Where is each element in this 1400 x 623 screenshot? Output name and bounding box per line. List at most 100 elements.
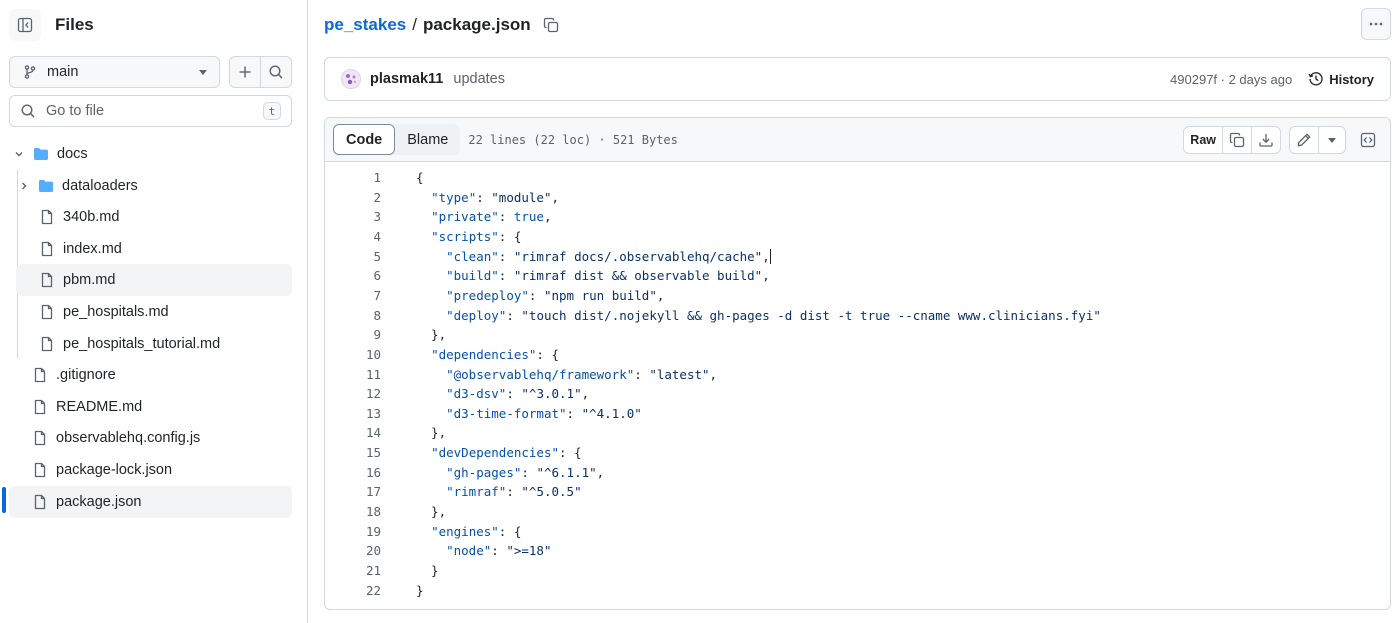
code-token: "type" xyxy=(431,189,477,205)
code-token: } xyxy=(416,582,424,598)
line-number: 19 xyxy=(365,523,381,539)
edit-options-dropdown[interactable] xyxy=(1318,127,1345,153)
code-token: : { xyxy=(498,228,522,244)
code-token: "@observablehq/framework" xyxy=(446,366,635,382)
tree-item-label: dataloaders xyxy=(62,177,138,194)
branch-selector[interactable]: main xyxy=(9,56,220,88)
tree-item[interactable]: package.json xyxy=(9,485,292,518)
tab-code[interactable]: Code xyxy=(333,124,396,155)
search-code-button[interactable] xyxy=(260,57,291,87)
more-options-button[interactable] xyxy=(1361,8,1391,40)
download-button[interactable] xyxy=(1251,127,1280,153)
symbols-panel-button[interactable] xyxy=(1354,126,1382,154)
plus-icon xyxy=(239,66,251,78)
code-token: , xyxy=(581,386,590,402)
commit-message[interactable]: updates xyxy=(453,71,1170,87)
add-file-button[interactable] xyxy=(230,57,260,87)
code-token: "private" xyxy=(431,209,499,225)
expand-toggle[interactable] xyxy=(11,148,27,160)
tree-item[interactable]: pe_hospitals_tutorial.md xyxy=(16,328,292,360)
file-icon xyxy=(34,462,46,478)
raw-actions: Raw xyxy=(1183,126,1281,154)
code-line: "d3-dsv": "^3.0.1", xyxy=(416,386,589,401)
line-number: 12 xyxy=(365,386,381,402)
file-icon xyxy=(34,368,46,383)
code-line: { xyxy=(416,170,424,185)
code-token: true xyxy=(513,209,544,225)
code-token: "module" xyxy=(491,189,552,205)
code-token: , xyxy=(656,287,665,303)
breadcrumb-repo-link[interactable]: pe_stakes xyxy=(324,15,406,35)
code-line: "d3-time-format": "^4.1.0" xyxy=(416,406,642,421)
code-token: "deploy" xyxy=(446,307,507,323)
line-number: 22 xyxy=(365,582,381,598)
code-token: : xyxy=(506,307,522,323)
tree-item[interactable]: dataloaders xyxy=(16,170,292,202)
tree-item[interactable]: pbm.md xyxy=(16,264,292,297)
code-token: : xyxy=(506,386,522,402)
collapse-sidebar-button[interactable] xyxy=(9,9,41,41)
tab-blame[interactable]: Blame xyxy=(395,124,460,155)
history-button[interactable]: History xyxy=(1308,71,1374,87)
line-number: 1 xyxy=(373,170,381,185)
code-line: }, xyxy=(416,504,446,519)
code-line: "dependencies": { xyxy=(416,347,559,362)
sidebar-actions xyxy=(229,56,292,88)
tree-item[interactable]: index.md xyxy=(16,233,292,265)
line-number: 5 xyxy=(373,248,381,264)
file-icon xyxy=(41,241,53,256)
tree-item-label: .gitignore xyxy=(56,367,116,384)
code-token: "node" xyxy=(446,543,492,559)
code-token: : { xyxy=(498,523,522,539)
code-token: }, xyxy=(416,425,447,441)
expand-toggle[interactable] xyxy=(16,180,32,192)
selected-item-indicator xyxy=(2,487,6,513)
code-token: : xyxy=(506,484,522,500)
tree-item[interactable]: README.md xyxy=(9,391,292,423)
tree-item-label: index.md xyxy=(63,240,122,257)
code-line: "clean": "rimraf docs/.observablehq/cach… xyxy=(416,248,771,264)
code-line: "devDependencies": { xyxy=(416,445,582,460)
code-token: , xyxy=(543,209,552,225)
tree-item[interactable]: observablehq.config.js xyxy=(9,422,292,454)
tree-item-label: package-lock.json xyxy=(56,462,173,478)
line-number: 4 xyxy=(373,228,381,244)
search-icon xyxy=(269,65,283,79)
chevron-down-icon xyxy=(1328,137,1336,143)
code-token: }, xyxy=(416,504,447,520)
code-token: : xyxy=(521,464,537,480)
code-token: ">=18" xyxy=(506,543,552,559)
tree-item[interactable]: 340b.md xyxy=(16,201,292,233)
tree-item-label: package.json xyxy=(56,493,142,510)
git-branch-icon xyxy=(24,65,36,79)
line-number: 20 xyxy=(365,543,381,559)
commit-author[interactable]: plasmak11 xyxy=(370,71,443,87)
sidebar-collapse-icon xyxy=(17,17,33,33)
code-token: "gh-pages" xyxy=(446,464,522,480)
tree-item[interactable]: package-lock.json xyxy=(9,454,292,486)
commit-meta[interactable]: 490297f · 2 days ago xyxy=(1170,72,1292,87)
tree-item[interactable]: docs xyxy=(9,138,292,170)
code-token: : xyxy=(528,287,544,303)
code-token: } xyxy=(416,563,439,578)
code-line: "private": true, xyxy=(416,209,552,225)
tree-item[interactable]: pe_hospitals.md xyxy=(16,296,292,328)
edit-file-button[interactable] xyxy=(1290,127,1318,153)
tree-item[interactable]: .gitignore xyxy=(9,359,292,391)
code-token: "clean" xyxy=(446,248,499,264)
code-token: "engines" xyxy=(431,523,499,539)
copy-path-button[interactable] xyxy=(543,17,559,33)
code-line: } xyxy=(416,583,424,598)
copy-raw-button[interactable] xyxy=(1222,127,1251,153)
go-to-file-input[interactable]: Go to file t xyxy=(9,95,292,127)
code-token: { xyxy=(416,170,424,185)
code-line: "deploy": "touch dist/.nojekyll && gh-pa… xyxy=(416,308,1101,323)
avatar[interactable] xyxy=(341,69,361,89)
raw-button[interactable]: Raw xyxy=(1184,127,1222,153)
code-token: "predeploy" xyxy=(446,287,529,303)
